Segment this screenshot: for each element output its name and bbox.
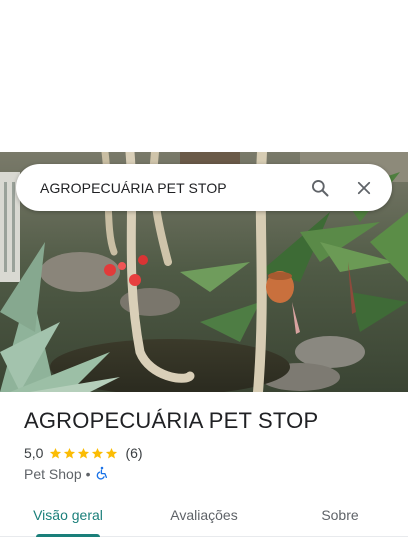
wheelchair-icon (95, 466, 109, 483)
tab-about-label: Sobre (321, 506, 359, 523)
review-count[interactable]: (6) (125, 445, 142, 461)
search-bar[interactable] (16, 164, 392, 211)
tab-reviews[interactable]: Avaliações (136, 493, 272, 536)
tab-overview[interactable]: Visão geral (0, 493, 136, 537)
star-icon (106, 447, 118, 459)
close-icon (357, 181, 371, 194)
category-row: Pet Shop • (24, 465, 109, 483)
star-icon (92, 447, 104, 459)
tab-reviews-label: Avaliações (170, 506, 238, 523)
tab-about[interactable]: Sobre (272, 493, 408, 536)
active-tab-indicator (36, 534, 100, 537)
place-title: AGROPECUÁRIA PET STOP (24, 408, 319, 433)
map-blank-area (0, 0, 408, 152)
place-tabs: Visão geral Avaliações Sobre (0, 493, 408, 537)
star-icon (64, 447, 76, 459)
clear-search-button[interactable] (342, 164, 386, 211)
separator-dot: • (85, 466, 91, 482)
star-icon (50, 447, 62, 459)
tab-overview-label: Visão geral (33, 506, 103, 523)
star-icon (78, 447, 90, 459)
search-button[interactable] (298, 164, 342, 211)
place-category: Pet Shop (24, 466, 82, 482)
search-icon (312, 179, 329, 196)
search-input[interactable] (16, 164, 298, 211)
rating-value: 5,0 (24, 445, 44, 461)
rating-row[interactable]: 5,0 (6) (24, 444, 143, 462)
star-rating (49, 447, 119, 460)
